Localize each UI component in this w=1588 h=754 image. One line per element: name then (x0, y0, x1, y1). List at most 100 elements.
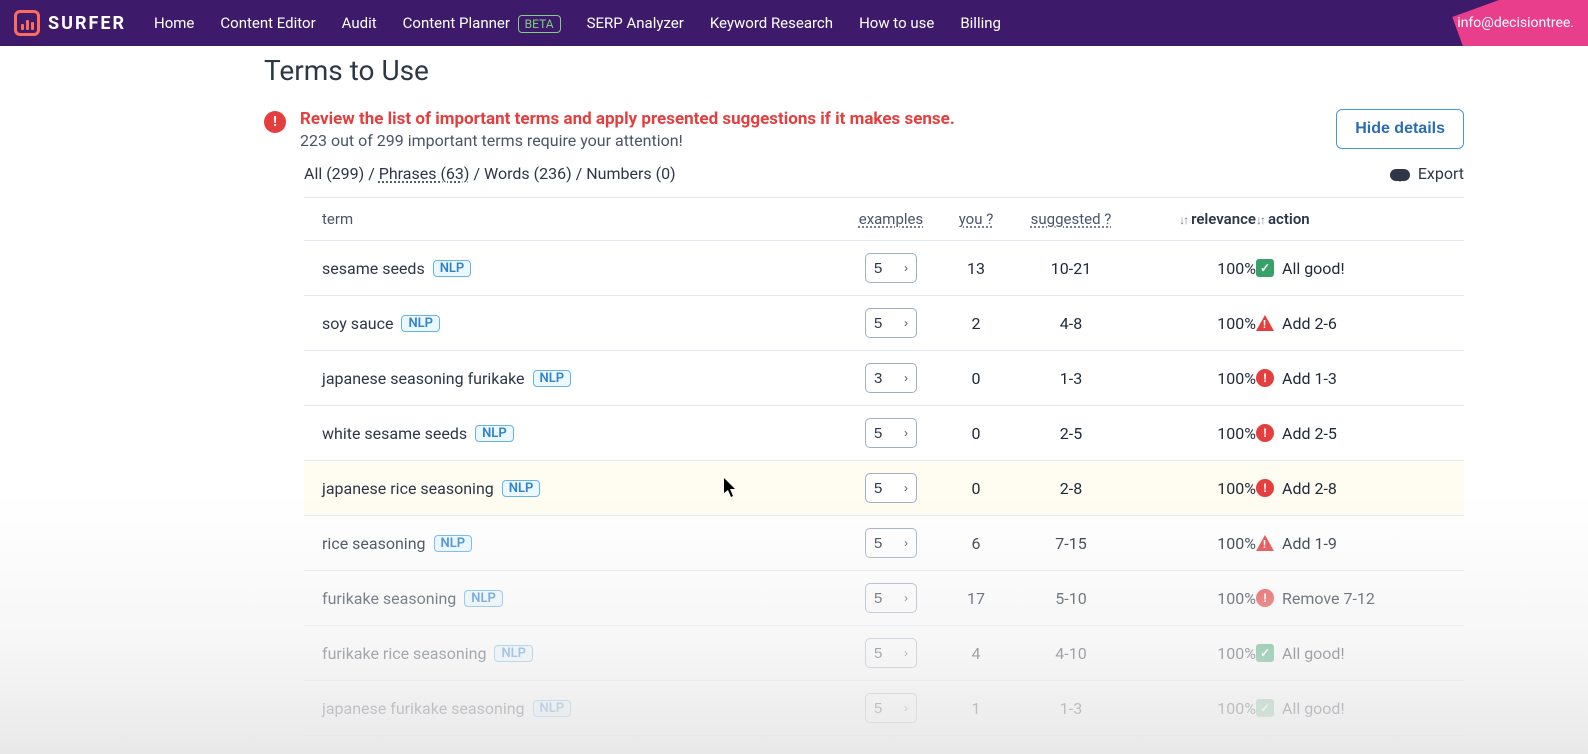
export-label: Export (1418, 164, 1464, 183)
nav-keyword-research[interactable]: Keyword Research (710, 14, 833, 32)
examples-button[interactable]: 5› (865, 693, 917, 723)
nlp-badge: NLP (464, 590, 503, 607)
nlp-badge: NLP (502, 480, 541, 497)
term-text: japanese seasoning furikake (322, 369, 525, 388)
relevance-value: 100% (1126, 589, 1256, 608)
chevron-right-icon: › (904, 316, 908, 330)
th-suggested[interactable]: suggested ? (1016, 210, 1126, 228)
examples-count: 5 (874, 260, 882, 277)
action-text: All good! (1282, 259, 1345, 278)
nav-content-planner[interactable]: Content Planner BETA (403, 14, 561, 32)
examples-button[interactable]: 5› (865, 638, 917, 668)
th-examples[interactable]: examples (846, 210, 936, 228)
you-count: 4 (936, 644, 1016, 663)
sort-icon (1179, 210, 1187, 228)
relevance-value: 100% (1126, 534, 1256, 553)
term-text: japanese rice seasoning (322, 479, 494, 498)
term-cell[interactable]: white sesame seedsNLP (322, 424, 846, 443)
warning-circle-icon: ! (1256, 424, 1274, 442)
examples-count: 5 (874, 535, 882, 552)
chevron-right-icon: › (904, 261, 908, 275)
alert-text: Review the list of important terms and a… (300, 109, 955, 150)
term-cell[interactable]: soy sauceNLP (322, 314, 846, 333)
nlp-badge: NLP (494, 645, 533, 662)
nav-home[interactable]: Home (154, 14, 194, 32)
table-header: term examples you ? suggested ? relevanc… (304, 197, 1464, 241)
examples-button[interactable]: 5› (865, 583, 917, 613)
relevance-value: 100% (1126, 699, 1256, 718)
nav-audit[interactable]: Audit (342, 14, 377, 32)
nav-links: Home Content Editor Audit Content Planne… (154, 14, 1001, 32)
alert-row: ! Review the list of important terms and… (264, 109, 1464, 150)
check-icon: ✓ (1256, 699, 1274, 717)
nav-billing[interactable]: Billing (960, 14, 1001, 32)
table-row: furikake seasoningNLP5›175-10100%!Remove… (304, 571, 1464, 626)
action-text: Remove 7-12 (1282, 589, 1375, 608)
table-row: sesame seedsNLP5›1310-21100%✓All good! (304, 241, 1464, 296)
examples-button[interactable]: 5› (865, 418, 917, 448)
examples-button[interactable]: 5› (865, 253, 917, 283)
table-row: japanese rice seasoningNLP5›02-8100%!Add… (304, 461, 1464, 516)
examples-button[interactable]: 5› (865, 473, 917, 503)
action-text: Add 2-6 (1282, 314, 1337, 333)
relevance-value: 100% (1126, 424, 1256, 443)
th-action[interactable]: action (1256, 210, 1446, 228)
term-cell[interactable]: sesame seedsNLP (322, 259, 846, 278)
filter-numbers[interactable]: Numbers (0) (586, 164, 675, 183)
term-cell[interactable]: japanese furikake seasoningNLP (322, 699, 846, 718)
term-cell[interactable]: furikake seasoning NLP (322, 589, 846, 608)
nav-how-to-use[interactable]: How to use (859, 14, 934, 32)
th-you[interactable]: you ? (936, 210, 1016, 228)
nlp-badge: NLP (475, 425, 514, 442)
chevron-right-icon: › (904, 591, 908, 605)
relevance-value: 100% (1126, 644, 1256, 663)
suggested-range: 10-21 (1016, 259, 1126, 278)
filter-phrases[interactable]: Phrases (63) (379, 164, 470, 183)
table-row: furikake rice seasoningNLP5›44-10100%✓Al… (304, 626, 1464, 681)
you-count: 13 (936, 259, 1016, 278)
term-text: rice seasoning (322, 534, 426, 553)
chevron-right-icon: › (904, 426, 908, 440)
term-cell[interactable]: japanese rice seasoning NLP (322, 479, 846, 498)
th-relevance[interactable]: relevance (1126, 210, 1256, 228)
examples-button[interactable]: 5› (865, 308, 917, 338)
filter-all[interactable]: All (299) (304, 164, 364, 183)
examples-button[interactable]: 5› (865, 528, 917, 558)
check-icon: ✓ (1256, 259, 1274, 277)
action-cell: ✓All good! (1256, 699, 1446, 718)
suggested-range: 7-15 (1016, 534, 1126, 553)
term-text: japanese furikake seasoning (322, 699, 525, 718)
nav-content-editor[interactable]: Content Editor (220, 14, 315, 32)
account-email[interactable]: info@decisiontree. (1457, 15, 1574, 31)
action-cell: Add 2-6 (1256, 314, 1446, 333)
alert-title: Review the list of important terms and a… (300, 109, 955, 129)
term-cell[interactable]: furikake rice seasoningNLP (322, 644, 846, 663)
warning-triangle-icon (1256, 315, 1274, 331)
you-count: 0 (936, 479, 1016, 498)
suggested-range: 5-10 (1016, 589, 1126, 608)
filter-words[interactable]: Words (236) (484, 164, 572, 183)
you-count: 0 (936, 424, 1016, 443)
terms-table: term examples you ? suggested ? relevanc… (304, 197, 1464, 736)
examples-button[interactable]: 3› (865, 363, 917, 393)
relevance-value: 100% (1126, 479, 1256, 498)
action-text: Add 1-3 (1282, 369, 1337, 388)
export-button[interactable]: Export (1390, 164, 1464, 183)
sort-icon (1256, 210, 1264, 228)
brand[interactable]: SURFER (14, 10, 126, 36)
surfer-logo-icon (14, 10, 40, 36)
warning-circle-icon: ! (1256, 589, 1274, 607)
action-cell: !Add 2-5 (1256, 424, 1446, 443)
nlp-badge: NLP (401, 315, 440, 332)
table-row: japanese seasoning furikakeNLP3›01-3100%… (304, 351, 1464, 406)
term-cell[interactable]: japanese seasoning furikakeNLP (322, 369, 846, 388)
you-count: 1 (936, 699, 1016, 718)
warning-circle-icon: ! (1256, 369, 1274, 387)
page: Terms to Use ! Review the list of import… (104, 46, 1484, 736)
hide-details-button[interactable]: Hide details (1336, 109, 1464, 149)
term-text: furikake seasoning (322, 589, 456, 608)
nav-serp-analyzer[interactable]: SERP Analyzer (587, 14, 684, 32)
term-cell[interactable]: rice seasoningNLP (322, 534, 846, 553)
suggested-range: 4-8 (1016, 314, 1126, 333)
chevron-right-icon: › (904, 371, 908, 385)
